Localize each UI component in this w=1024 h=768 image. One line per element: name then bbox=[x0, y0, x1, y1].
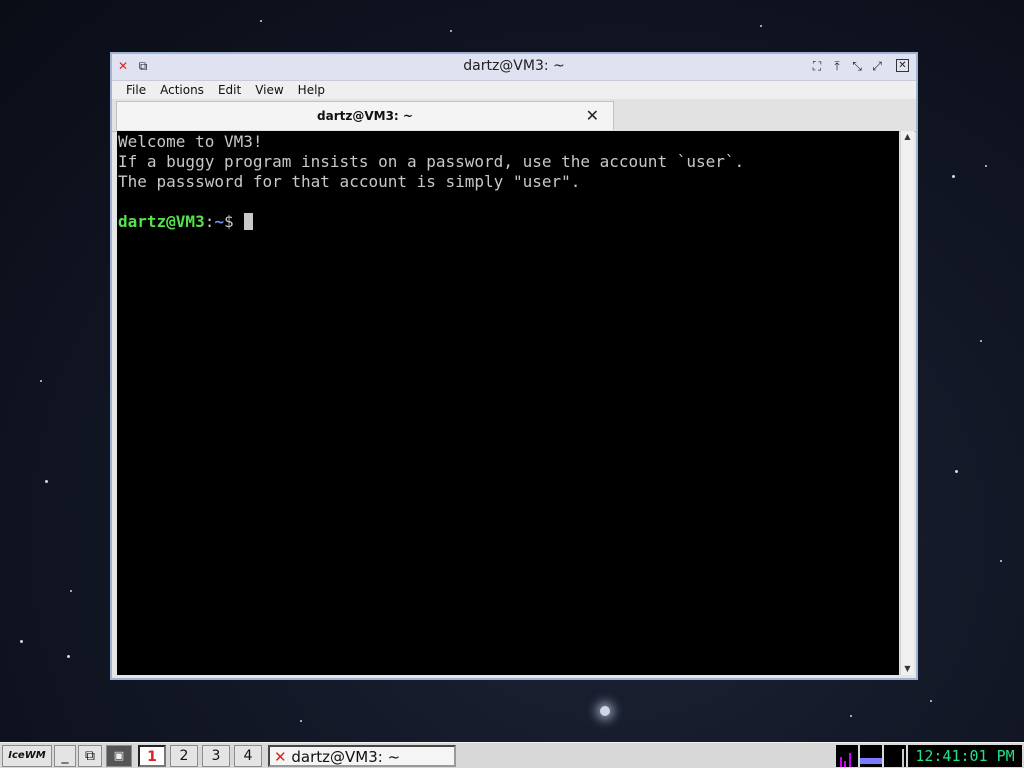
terminal-launcher-icon[interactable]: ▣ bbox=[106, 745, 132, 767]
fullscreen-icon[interactable]: ⛶ bbox=[810, 59, 824, 73]
workspace-2[interactable]: 2 bbox=[170, 745, 198, 767]
prompt-symbol: $ bbox=[223, 212, 244, 231]
memory-monitor-icon bbox=[884, 745, 906, 767]
terminal-line: If a buggy program insists on a password… bbox=[118, 152, 745, 171]
minimize-icon[interactable]: ⤡ bbox=[850, 59, 864, 73]
show-desktop-icon[interactable]: _ bbox=[54, 745, 76, 767]
menubar: File Actions Edit View Help bbox=[112, 81, 916, 99]
tab-close-icon[interactable]: ✕ bbox=[586, 106, 599, 125]
terminal-output[interactable]: Welcome to VM3! If a buggy program insist… bbox=[117, 131, 899, 675]
menu-file[interactable]: File bbox=[126, 81, 146, 99]
network-monitor-icon bbox=[860, 745, 882, 767]
text-cursor bbox=[244, 213, 254, 230]
workspace-1[interactable]: 1 bbox=[138, 745, 166, 767]
terminal-line: The passsword for that account is simply… bbox=[118, 172, 581, 191]
tab-bar: dartz@VM3: ~ ✕ bbox=[112, 99, 916, 132]
task-title: dartz@VM3: ~ bbox=[291, 748, 401, 766]
taskbar: IceWM _ ⧉ ▣ 1 2 3 4 ✕ dartz@VM3: ~ 12:41… bbox=[0, 742, 1024, 768]
window-title: dartz@VM3: ~ bbox=[463, 58, 565, 74]
tab-terminal[interactable]: dartz@VM3: ~ ✕ bbox=[116, 101, 614, 130]
menu-actions[interactable]: Actions bbox=[160, 81, 204, 99]
scroll-down-icon[interactable]: ▼ bbox=[901, 663, 914, 675]
maximize-icon[interactable]: ⤢ bbox=[870, 59, 884, 73]
task-button-terminal[interactable]: ✕ dartz@VM3: ~ bbox=[268, 745, 456, 767]
close-icon[interactable]: ✕ bbox=[896, 59, 909, 72]
cpu-monitor-icon bbox=[836, 745, 858, 767]
prompt-user: dartz@VM3 bbox=[118, 212, 205, 231]
clock[interactable]: 12:41:01 PM bbox=[908, 745, 1022, 767]
workspace-4[interactable]: 4 bbox=[234, 745, 262, 767]
workspace-1-label: 1 bbox=[147, 749, 157, 765]
menu-help[interactable]: Help bbox=[298, 81, 325, 99]
menu-edit[interactable]: Edit bbox=[218, 81, 241, 99]
task-app-icon: ✕ bbox=[274, 748, 287, 766]
prompt-path: ~ bbox=[214, 212, 224, 231]
terminal-window[interactable]: ✕ ⧉ dartz@VM3: ~ ⛶ ⤒ ⤡ ⤢ ✕ File Actions … bbox=[110, 52, 918, 680]
scroll-up-icon[interactable]: ▲ bbox=[901, 131, 914, 143]
raise-icon[interactable]: ⤒ bbox=[830, 59, 844, 73]
start-menu-button[interactable]: IceWM bbox=[2, 745, 52, 767]
vertical-scrollbar[interactable]: ▲ ▼ bbox=[900, 131, 914, 675]
window-titlebar[interactable]: ✕ ⧉ dartz@VM3: ~ ⛶ ⤒ ⤡ ⤢ ✕ bbox=[112, 54, 916, 81]
window-list-icon[interactable]: ⧉ bbox=[78, 745, 102, 767]
menu-view[interactable]: View bbox=[255, 81, 283, 99]
workspace-3[interactable]: 3 bbox=[202, 745, 230, 767]
tab-title: dartz@VM3: ~ bbox=[317, 109, 413, 123]
prompt-line: dartz@VM3:~$ bbox=[118, 212, 899, 232]
prompt-separator: : bbox=[204, 212, 215, 231]
terminal-line: Welcome to VM3! bbox=[118, 132, 263, 151]
